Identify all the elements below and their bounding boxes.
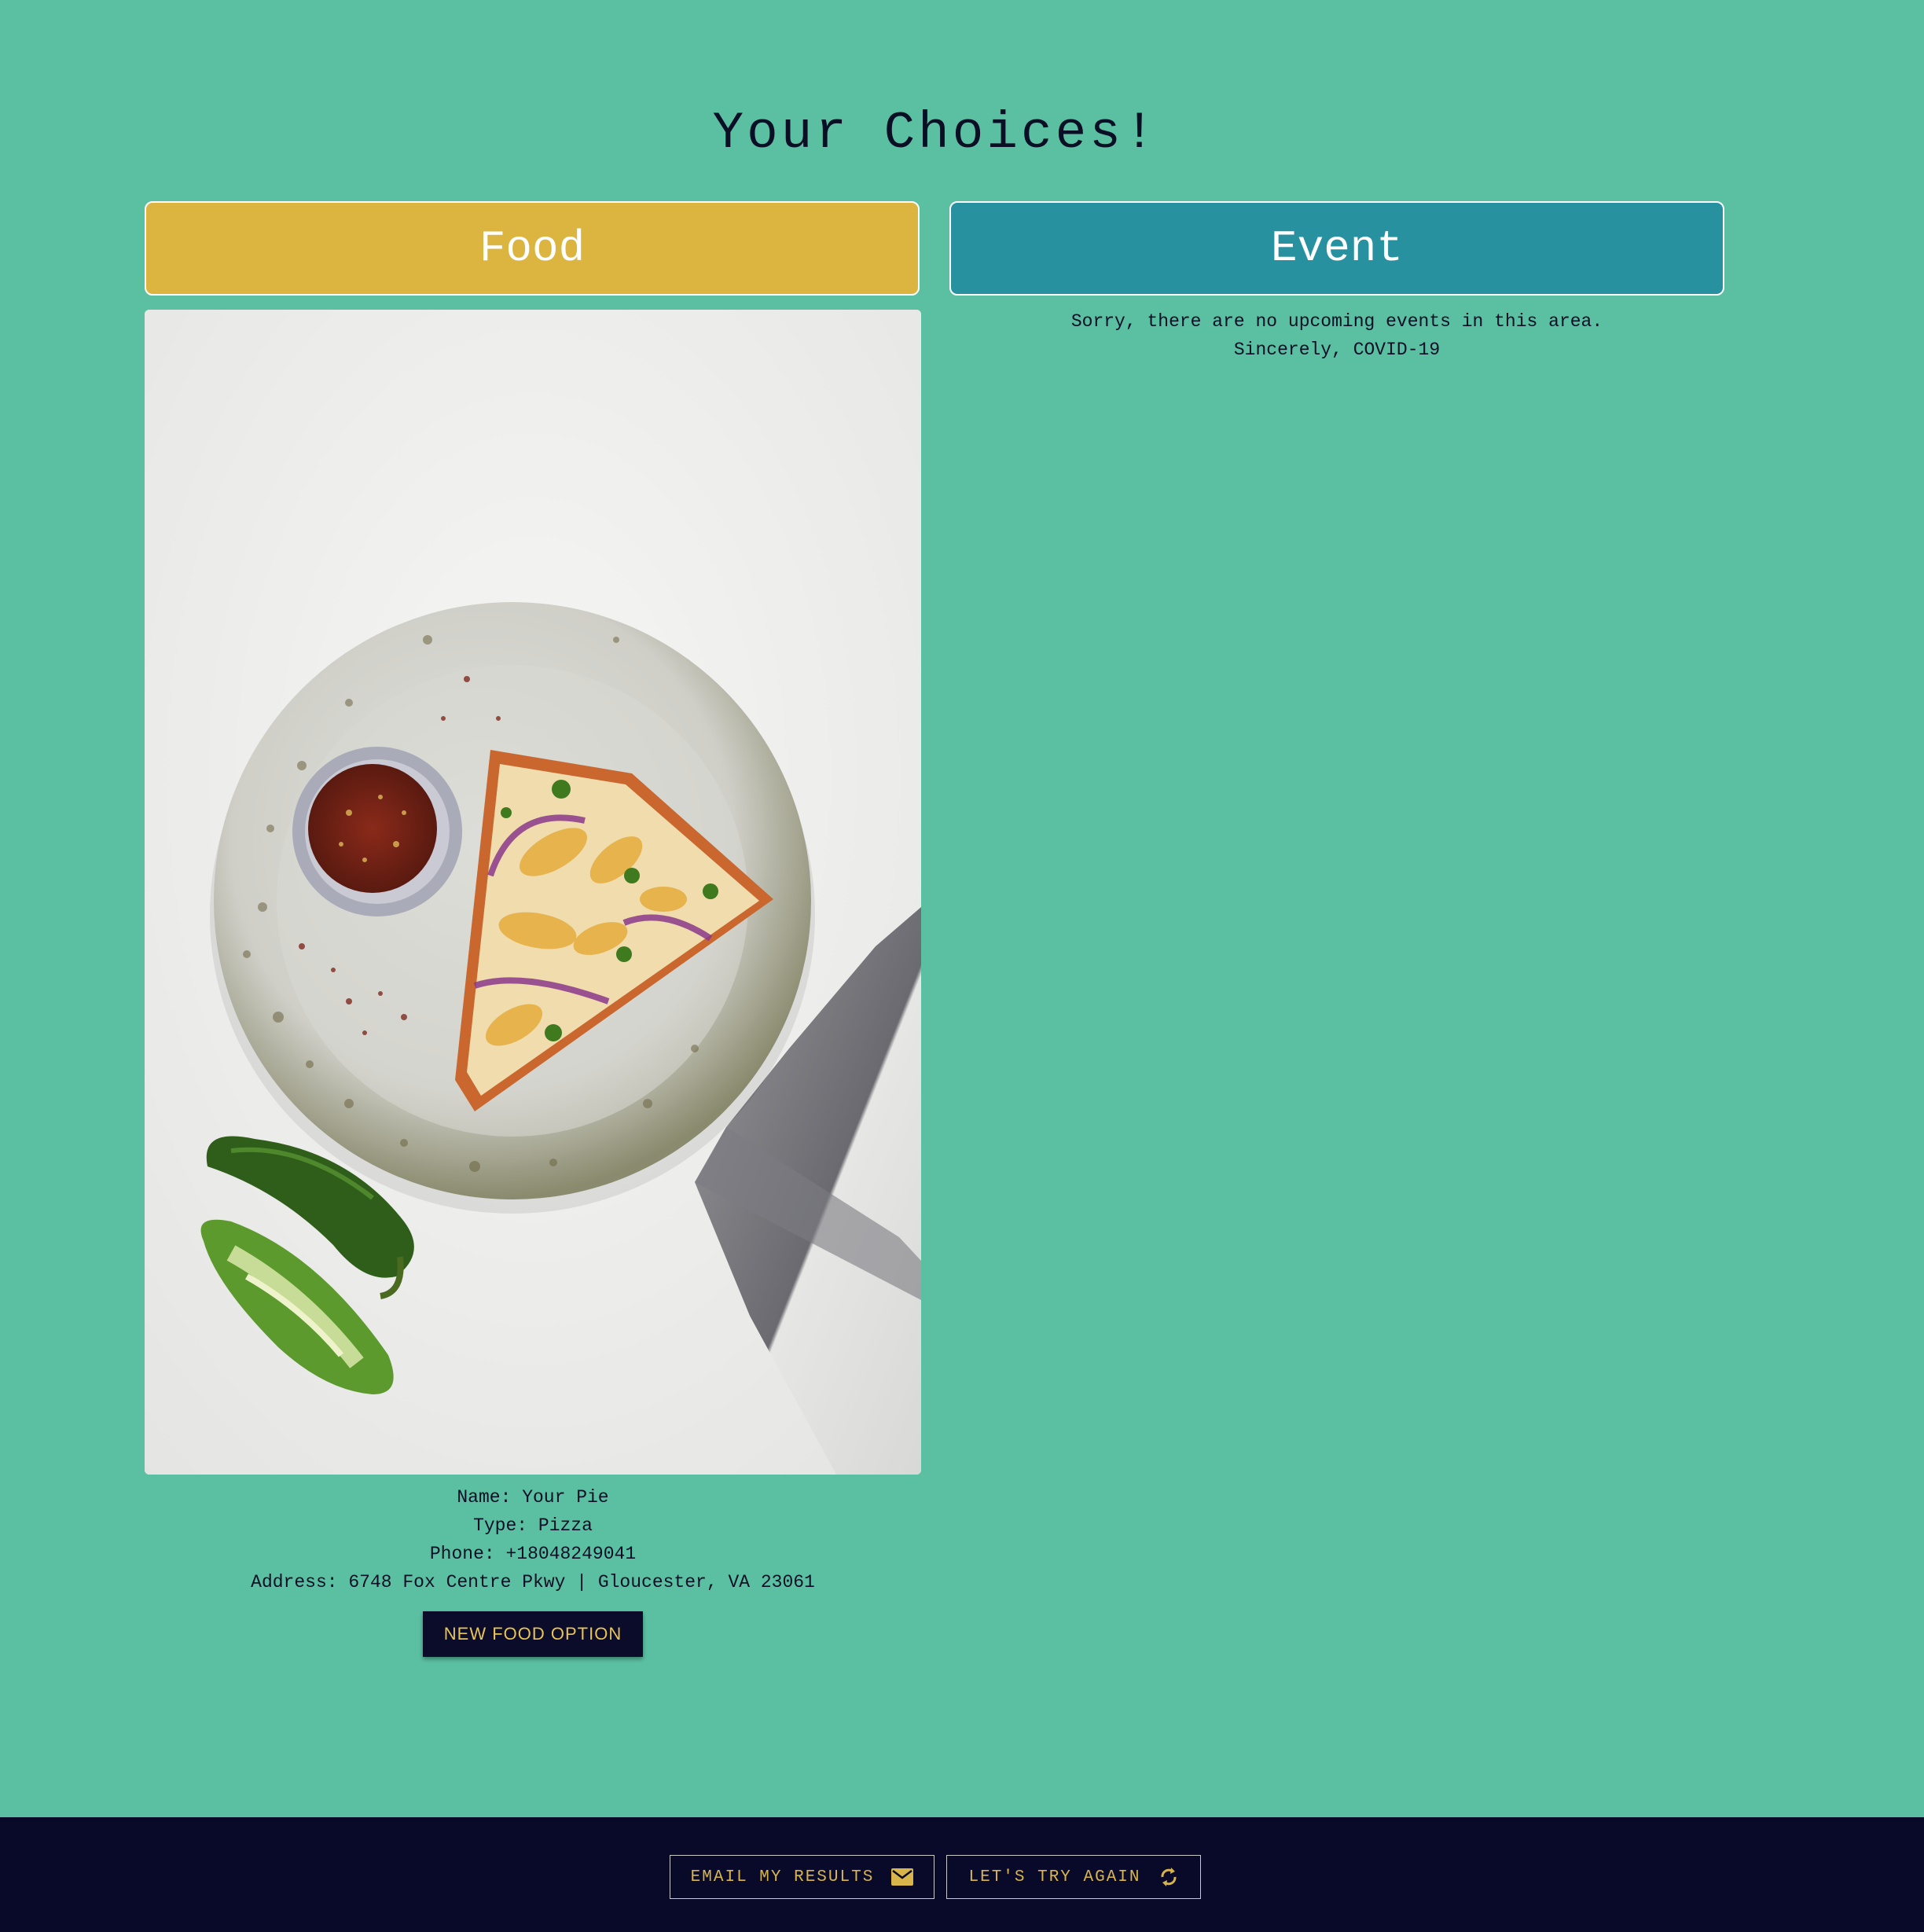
page-title: Your Choices! (712, 104, 1158, 163)
email-results-label: EMAIL MY RESULTS (690, 1868, 875, 1886)
footer: EMAIL MY RESULTS LET'S TRY AGAIN (0, 1817, 1924, 1932)
food-name: Name: Your Pie (457, 1487, 609, 1508)
event-header: Event (949, 201, 1724, 296)
try-again-button[interactable]: LET'S TRY AGAIN (946, 1855, 1201, 1899)
new-food-option-button[interactable]: NEW FOOD OPTION (423, 1611, 643, 1657)
food-phone: Phone: +18048249041 (429, 1544, 637, 1564)
event-message-line2: Sincerely, COVID-19 (1233, 340, 1441, 360)
email-results-button[interactable]: EMAIL MY RESULTS (670, 1855, 934, 1899)
refresh-icon (1158, 1866, 1179, 1888)
try-again-label: LET'S TRY AGAIN (968, 1868, 1141, 1886)
food-type: Type: Pizza (473, 1515, 593, 1536)
food-address: Address: 6748 Fox Centre Pkwy | Gloucest… (251, 1572, 815, 1592)
food-photo (145, 310, 921, 1475)
food-header: Food (145, 201, 920, 296)
envelope-icon (891, 1868, 914, 1886)
event-message-line1: Sorry, there are no upcoming events in t… (1070, 311, 1603, 332)
